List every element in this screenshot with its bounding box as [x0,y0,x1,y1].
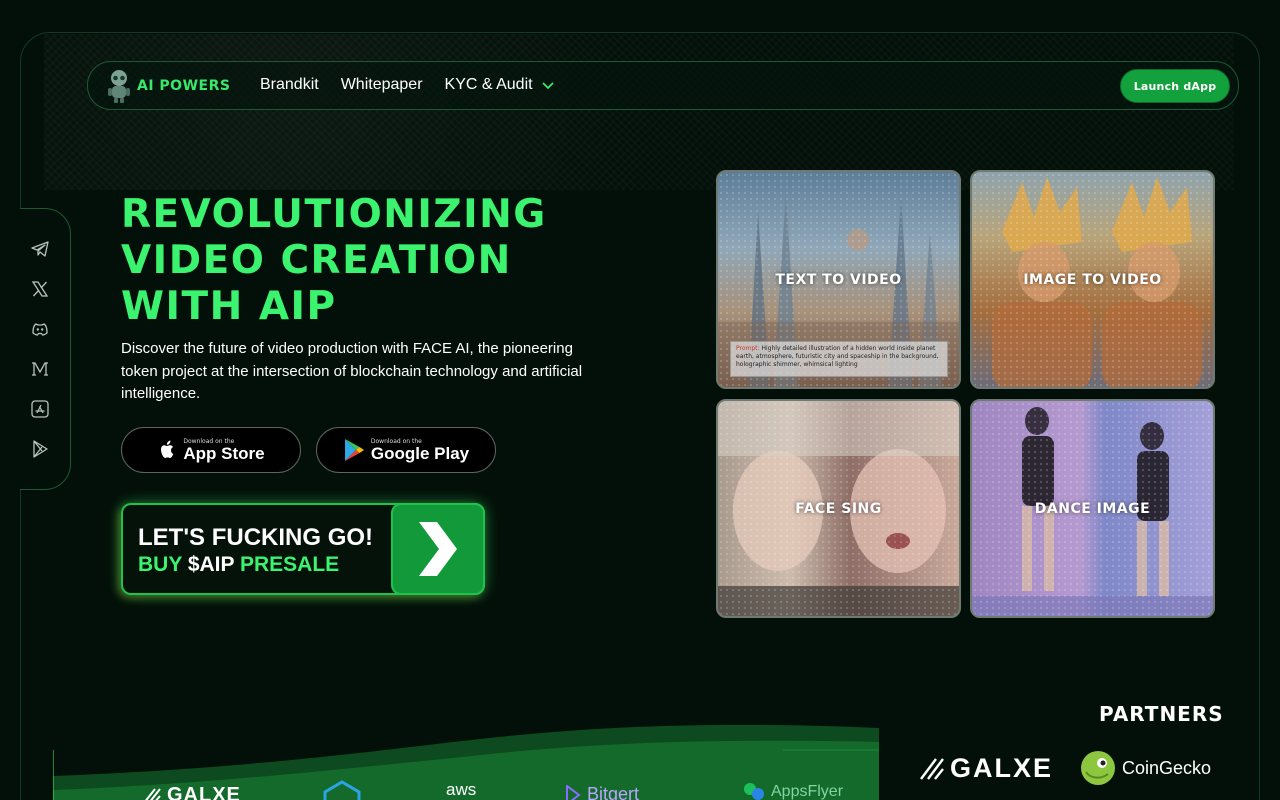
partner-aws-name: aws [446,780,477,799]
partner-appsflyer[interactable]: AppsFlyer [743,782,843,800]
coingecko-gecko-icon [1081,751,1115,785]
cta-arrow-button[interactable] [391,503,485,595]
app-store-button[interactable]: Download on the App Store [121,427,301,473]
prompt-box: Prompt: Highly detailed illustration of … [730,341,948,377]
hero-title: Revolutionizing Video Creation with AIP [121,192,681,330]
card-image-to-video[interactable]: IMAGE TO VIDEO [970,170,1215,389]
partners-title: PARTNERS [1099,702,1224,726]
apple-icon [161,440,174,458]
partner-hex-logo[interactable] [321,780,363,800]
partner-galxe-name: GALXE [950,753,1054,783]
google-play-logo-icon [344,439,364,461]
card-label: IMAGE TO VIDEO [1023,271,1162,288]
nav-links: Brandkit Whitepaper KYC & Audit [260,76,555,94]
x-icon[interactable] [30,279,50,299]
google-play-big: Google Play [370,443,470,463]
discord-icon[interactable] [30,319,50,339]
hexagon-logo-icon [323,780,361,800]
galxe-mark-icon [144,787,161,800]
card-label: TEXT TO VIDEO [775,271,902,288]
google-play-text: Download on the Google Play [371,438,469,463]
partner-galxe[interactable]: GALXE [920,753,1053,784]
app-store-icon[interactable] [30,399,50,419]
nav-kyc-audit-label: KYC & Audit [444,76,533,93]
nav-whitepaper[interactable]: Whitepaper [341,76,423,94]
google-play-button[interactable]: Download on the Google Play [316,427,496,473]
nav-brandkit[interactable]: Brandkit [260,76,319,94]
card-dance-image[interactable]: DANCE IMAGE [970,399,1215,618]
app-store-big: App Store [183,443,265,463]
card-text-to-video[interactable]: TEXT TO VIDEO Prompt: Highly detailed il… [716,170,961,389]
partners-wave-strip: GALXE aws Bitgert AppsFlyer [53,720,879,800]
partner-bitgert-name: Bitgert [587,784,640,800]
partner-galxe-strip-name: GALXE [167,784,241,800]
buy-presale-cta[interactable]: LET'S FUCKING GO! BUY $AIP PRESALE [121,503,485,595]
robot-icon [108,70,130,103]
brand-name: AI POWERS [137,78,231,94]
cta-token: $AIP [187,553,235,576]
nav-kyc-audit[interactable]: KYC & Audit [445,76,555,94]
navbar: AI POWERS Brandkit Whitepaper KYC & Audi… [87,61,1239,110]
partner-galxe-strip[interactable]: GALXE [143,784,241,800]
partner-bitgert[interactable]: Bitgert [565,784,639,800]
telegram-icon[interactable] [30,239,50,259]
medium-icon[interactable] [30,359,50,379]
card-label: DANCE IMAGE [1034,500,1151,517]
card-face-sing[interactable]: FACE SING [716,399,961,618]
google-play-icon[interactable] [30,439,50,459]
prompt-key: Prompt: [736,345,760,352]
cta-subline: BUY $AIP PRESALE [138,553,339,577]
partner-appsflyer-name: AppsFlyer [771,783,844,800]
header-texture [44,34,1234,190]
launch-dapp-button[interactable]: Launch dApp [1120,69,1230,103]
cta-presale: PRESALE [239,553,340,576]
chevron-down-icon [542,82,554,90]
social-sidebar [20,208,71,490]
chevron-right-icon [419,522,457,576]
prompt-text: Highly detailed illustration of a hidden… [736,345,939,368]
brand-logo[interactable]: AI POWERS [105,68,230,104]
partner-coingecko[interactable]: CoinGecko [1080,750,1211,786]
bitgert-mark-icon [566,784,581,800]
hero-title-line-1: Revolutionizing [121,192,547,237]
hero-title-line-2: Video Creation [121,238,512,283]
hero-title-line-3: with AIP [121,284,337,329]
partner-aws[interactable]: aws [446,780,476,800]
hero-description: Discover the future of video production … [121,340,583,402]
cta-headline: LET'S FUCKING GO! [138,524,374,551]
app-store-text: Download on the App Store [183,438,264,463]
partner-coingecko-name: CoinGecko [1122,757,1212,778]
galxe-mark-icon [920,757,944,780]
card-label: FACE SING [795,500,882,517]
cta-buy: BUY [138,553,182,576]
appsflyer-mark-icon [744,783,764,800]
